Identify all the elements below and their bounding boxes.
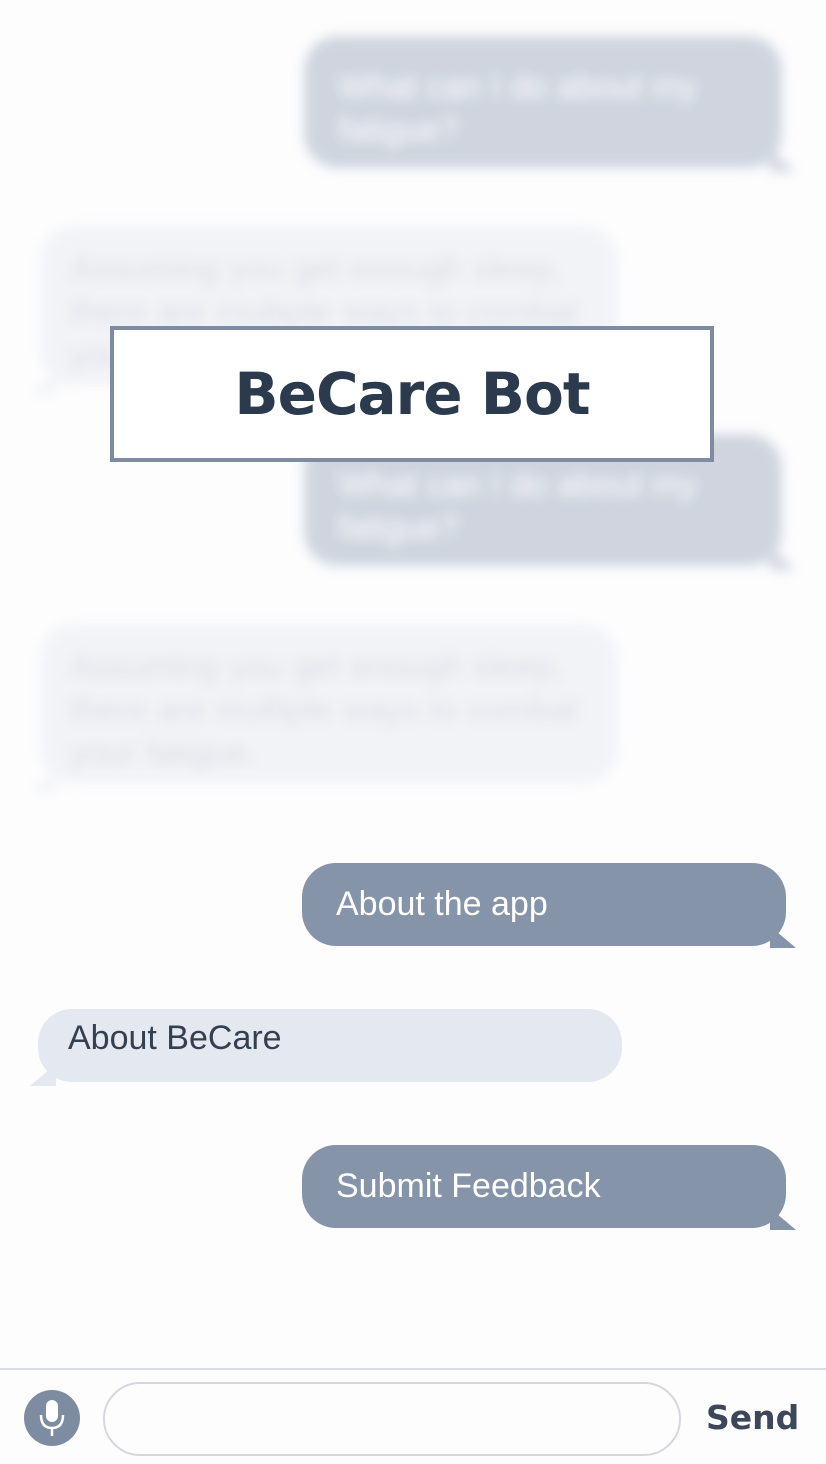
bubble-tail: [770, 1208, 796, 1230]
microphone-icon: [39, 1400, 65, 1436]
microphone-button[interactable]: [24, 1390, 80, 1446]
bubble-tail: [770, 548, 796, 570]
about-becare-label: About BeCare: [68, 1019, 282, 1057]
submit-feedback-label: Submit Feedback: [336, 1167, 601, 1205]
message-input[interactable]: [103, 1382, 681, 1456]
app-title: BeCare Bot: [234, 360, 590, 428]
send-button[interactable]: Send: [706, 1392, 799, 1444]
bubble-tail: [30, 372, 56, 394]
bubble-tail: [30, 1064, 56, 1086]
submit-feedback-button[interactable]: Submit Feedback: [302, 1145, 786, 1228]
title-banner: BeCare Bot: [110, 326, 714, 462]
message-composer: Send: [0, 1368, 826, 1464]
about-becare-button[interactable]: About BeCare: [38, 1009, 622, 1082]
bubble-tail: [770, 150, 796, 172]
bubble-tail: [30, 770, 56, 792]
about-the-app-label: About the app: [336, 885, 548, 923]
bubble-tail: [770, 926, 796, 948]
chat-bubble-outgoing: What can I do about my fatigue?: [304, 36, 782, 168]
chat-bubble-incoming: Assuming you get enough sleep, there are…: [40, 624, 618, 784]
about-the-app-button[interactable]: About the app: [302, 863, 786, 946]
